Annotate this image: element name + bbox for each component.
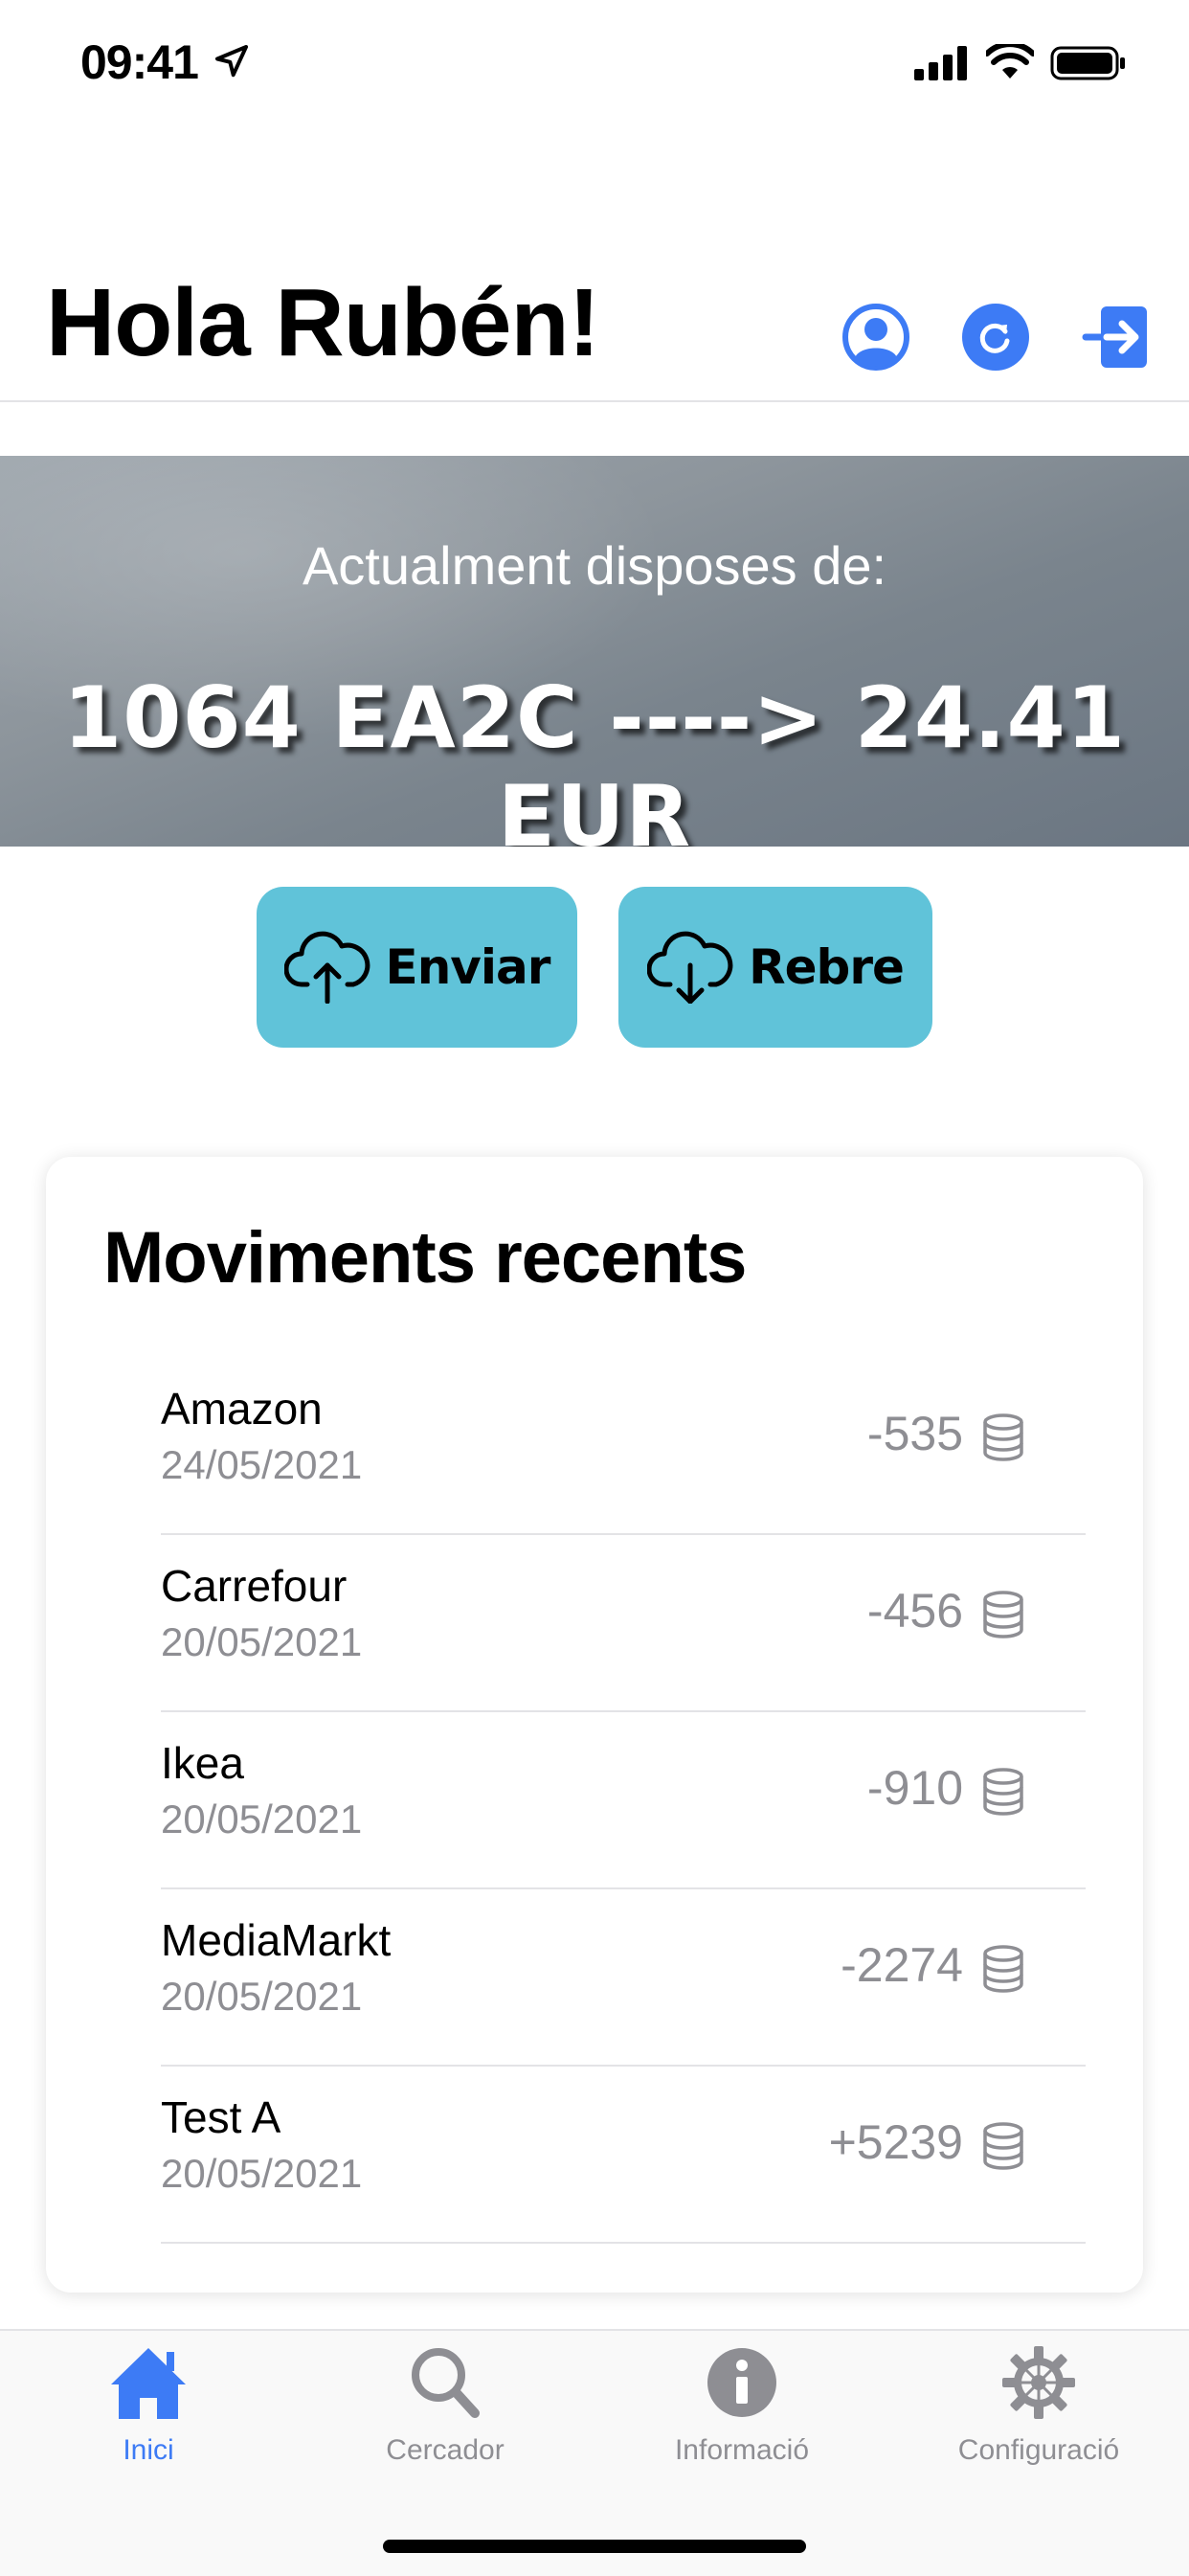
tab-home-label: Inici: [123, 2434, 174, 2466]
transaction-row[interactable]: Ikea 20/05/2021 -910: [161, 1712, 1086, 1889]
status-bar: 09:41: [0, 0, 1189, 129]
user-profile-icon[interactable]: [841, 303, 910, 372]
tab-settings-label: Configuració: [957, 2434, 1120, 2466]
tab-info-label: Informació: [674, 2434, 810, 2466]
transaction-amount: -535: [866, 1407, 963, 1460]
transaction-name: Test A: [161, 2092, 281, 2142]
balance-label: Actualment disposes de:: [302, 535, 887, 596]
gear-icon: [1002, 2346, 1075, 2419]
recent-movements-title: Moviments recents: [103, 1217, 747, 1299]
transaction-date: 20/05/2021: [161, 1619, 363, 1664]
tab-search-label: Cercador: [386, 2434, 505, 2466]
transaction-date: 20/05/2021: [161, 1796, 363, 1842]
transaction-amount: -910: [866, 1761, 963, 1815]
transaction-row[interactable]: Test A 20/05/2021 +5239: [161, 2067, 1086, 2244]
refresh-icon[interactable]: [961, 303, 1030, 372]
transaction-date: 24/05/2021: [161, 1442, 363, 1487]
transaction-row[interactable]: Amazon 24/05/2021 -535: [161, 1358, 1086, 1535]
recent-movements-card: Moviments recents Amazon 24/05/2021 -535…: [46, 1157, 1143, 2293]
coins-icon: [983, 1768, 1023, 1816]
tab-info[interactable]: Informació: [594, 2344, 890, 2467]
search-icon: [412, 2348, 480, 2418]
transaction-name: Amazon: [161, 1384, 323, 1434]
transaction-row[interactable]: MediaMarkt 20/05/2021 -2274: [161, 1889, 1086, 2067]
tab-search[interactable]: Cercador: [297, 2344, 594, 2467]
transaction-name: Ikea: [161, 1738, 244, 1788]
send-button-label: Enviar: [385, 939, 551, 995]
location-arrow-icon: [215, 45, 248, 78]
transaction-amount: -2274: [841, 1938, 963, 1992]
send-button[interactable]: Enviar: [257, 887, 577, 1048]
coins-icon: [983, 1591, 1023, 1638]
receive-button[interactable]: Rebre: [618, 887, 932, 1048]
receive-button-label: Rebre: [749, 939, 905, 995]
transaction-amount: -456: [866, 1584, 963, 1638]
balance-banner: Actualment disposes de: 1064 EA2C ----> …: [0, 456, 1189, 847]
wifi-icon: [986, 44, 1034, 79]
coins-icon: [983, 2122, 1023, 2170]
transaction-list: Amazon 24/05/2021 -535 Carrefour 20/05/2…: [161, 1358, 1086, 2244]
status-time: 09:41: [80, 35, 199, 89]
home-icon: [111, 2348, 186, 2419]
coins-icon: [983, 1413, 1023, 1461]
logout-icon[interactable]: [1082, 303, 1151, 372]
balance-amount: 1064 EA2C ----> 24.41 EUR: [62, 668, 1127, 847]
tab-home[interactable]: Inici: [0, 2344, 297, 2467]
coins-icon: [983, 1945, 1023, 1993]
transaction-name: MediaMarkt: [161, 1915, 392, 1965]
home-indicator: [383, 2540, 806, 2553]
transaction-date: 20/05/2021: [161, 2151, 363, 2196]
cellular-signal-icon: [914, 46, 967, 80]
transaction-amount: +5239: [828, 2115, 963, 2169]
battery-icon: [1050, 46, 1125, 80]
transaction-row[interactable]: Carrefour 20/05/2021 -456: [161, 1535, 1086, 1712]
tab-settings[interactable]: Configuració: [890, 2344, 1187, 2467]
transaction-name: Carrefour: [161, 1561, 348, 1611]
transaction-date: 20/05/2021: [161, 1974, 363, 2019]
header: Hola Rubén!: [0, 259, 1189, 402]
cloud-upload-icon: [283, 931, 370, 1004]
cloud-download-icon: [647, 931, 733, 1004]
page-title: Hola Rubén!: [46, 269, 600, 376]
info-icon: [707, 2348, 776, 2417]
